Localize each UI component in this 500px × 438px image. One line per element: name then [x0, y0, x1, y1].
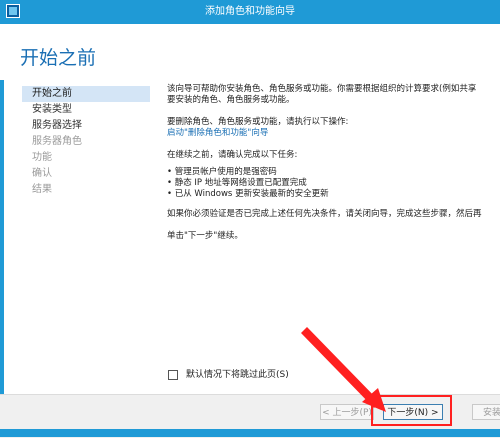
- taskbar-strip: [0, 429, 500, 437]
- annotation-arrow-icon: [301, 327, 386, 412]
